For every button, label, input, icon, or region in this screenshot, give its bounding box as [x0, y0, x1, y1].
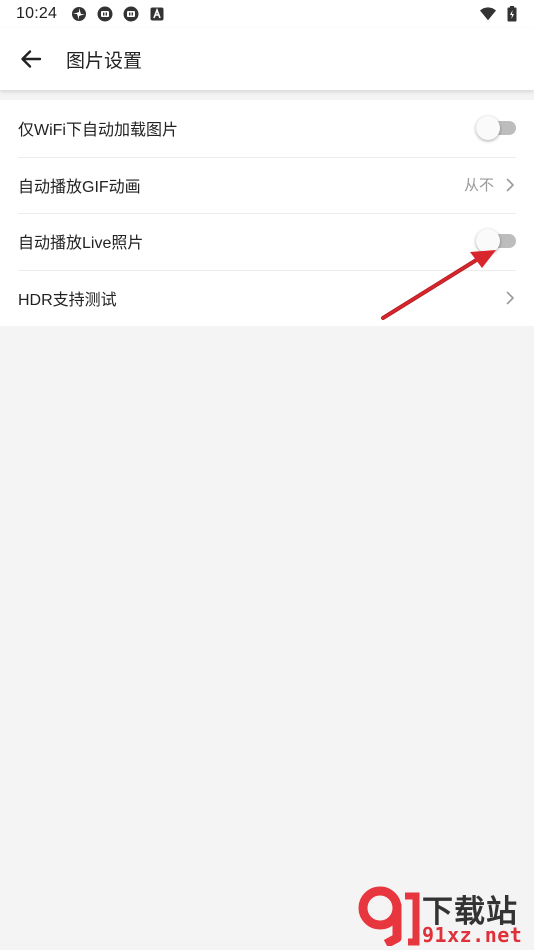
- app-badge-icon: [97, 6, 113, 22]
- arrow-left-icon: [21, 50, 42, 68]
- setting-value: 从不: [463, 177, 494, 195]
- status-notification-icons: [71, 6, 165, 22]
- setting-label: 自动播放Live照片: [18, 235, 144, 253]
- chevron-right-icon: [504, 290, 516, 306]
- setting-autoplay-gif[interactable]: 自动播放GIF动画 从不: [0, 156, 534, 214]
- setting-wifi-only-images[interactable]: 仅WiFi下自动加载图片: [0, 100, 534, 157]
- battery-icon: [504, 6, 520, 22]
- setting-label: 仅WiFi下自动加载图片: [18, 122, 178, 140]
- back-button[interactable]: [0, 28, 62, 90]
- logo-91-icon: [358, 886, 420, 946]
- setting-autoplay-live-photo[interactable]: 自动播放Live照片: [0, 213, 534, 270]
- toggle-thumb: [476, 229, 500, 254]
- setting-hdr-test[interactable]: HDR支持测试: [0, 269, 534, 327]
- setting-label: 自动播放GIF动画: [18, 178, 141, 196]
- page-title: 图片设置: [66, 50, 143, 72]
- chevron-right-icon: [504, 177, 516, 193]
- watermark-logo: 下载站 91xz.net: [358, 886, 528, 947]
- app-bar: 图片设置: [0, 28, 534, 90]
- app-badge-icon: [123, 6, 139, 22]
- wifi-only-images-toggle[interactable]: [476, 116, 516, 141]
- setting-label: HDR支持测试: [18, 291, 117, 309]
- watermark-url: 91xz.net: [422, 923, 523, 947]
- pinwheel-icon: [71, 6, 87, 22]
- wifi-icon: [480, 6, 496, 22]
- status-bar: 10:24: [0, 0, 534, 28]
- status-time: 10:24: [16, 5, 58, 22]
- autoplay-live-photo-toggle[interactable]: [476, 229, 516, 254]
- a-badge-icon: [149, 6, 165, 22]
- status-system-icons: [480, 6, 520, 22]
- settings-list: 仅WiFi下自动加载图片 自动播放GIF动画 从不 自动播放Live照片 HDR…: [0, 100, 534, 326]
- toggle-thumb: [476, 116, 500, 141]
